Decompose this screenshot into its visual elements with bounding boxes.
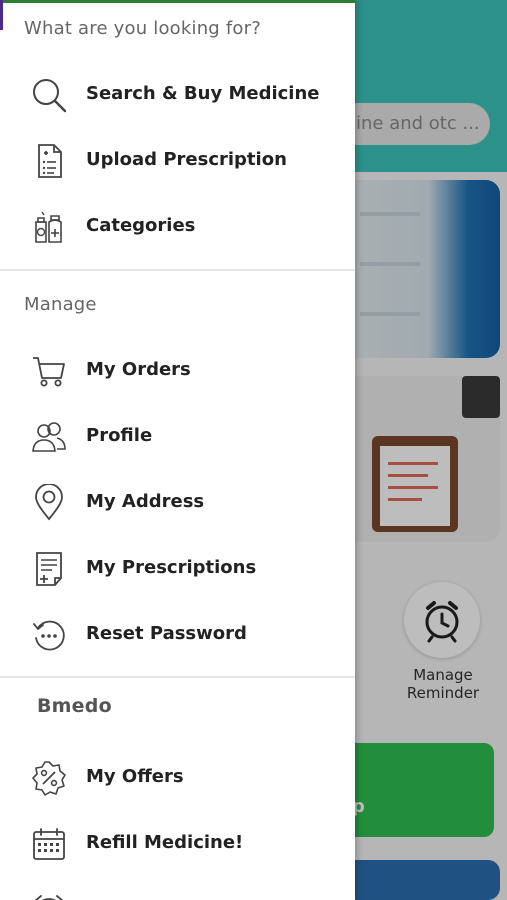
location-pin-icon [30, 483, 68, 522]
menu-item-refill-medicine[interactable]: Refill Medicine! [0, 813, 355, 873]
search-icon [30, 76, 68, 114]
menu-item-upload-prescription[interactable]: Upload Prescription [0, 130, 355, 190]
menu-item-my-offers[interactable]: My Offers [0, 747, 355, 807]
menu-item-my-prescriptions[interactable]: My Prescriptions [0, 538, 355, 598]
prescription-upload-icon [30, 142, 68, 180]
menu-item-label: Categories [86, 215, 196, 236]
cart-icon [30, 352, 68, 390]
profile-icon [30, 418, 68, 456]
bmedo-section-title: Bmedo [37, 695, 112, 717]
offer-badge-icon [30, 759, 68, 797]
section-divider [0, 676, 355, 678]
menu-item-profile[interactable]: Profile [0, 406, 355, 466]
prescription-doc-icon [30, 550, 68, 588]
menu-item-label: Profile [86, 425, 153, 446]
menu-item-label: My Orders [86, 359, 191, 380]
menu-item-reset-password[interactable]: Reset Password [0, 604, 355, 664]
menu-item-label: Refill Medicine! [86, 832, 244, 853]
menu-item-label: My Offers [86, 766, 184, 787]
drawer-top-accent [0, 0, 355, 3]
menu-item-label: Search & Buy Medicine [86, 83, 320, 104]
section-divider [0, 269, 355, 271]
drawer-edge-accent [0, 0, 3, 30]
manage-section-title: Manage [24, 294, 97, 315]
menu-item-label: Reset Password [86, 623, 247, 644]
menu-item-my-address[interactable]: My Address [0, 472, 355, 532]
menu-item-partial[interactable] [0, 879, 355, 900]
calendar-icon [30, 825, 68, 863]
menu-item-label: My Prescriptions [86, 557, 257, 578]
drawer-header-title: What are you looking for? [24, 18, 261, 39]
menu-item-search-buy-medicine[interactable]: Search & Buy Medicine [0, 64, 355, 124]
navigation-drawer: What are you looking for? Search & Buy M… [0, 0, 355, 900]
categories-icon [30, 208, 68, 246]
menu-item-my-orders[interactable]: My Orders [0, 340, 355, 400]
menu-item-label: My Address [86, 491, 205, 512]
reset-password-icon [30, 616, 68, 654]
menu-item-label: Upload Prescription [86, 149, 287, 170]
alarm-icon [30, 891, 68, 900]
menu-item-categories[interactable]: Categories [0, 196, 355, 256]
